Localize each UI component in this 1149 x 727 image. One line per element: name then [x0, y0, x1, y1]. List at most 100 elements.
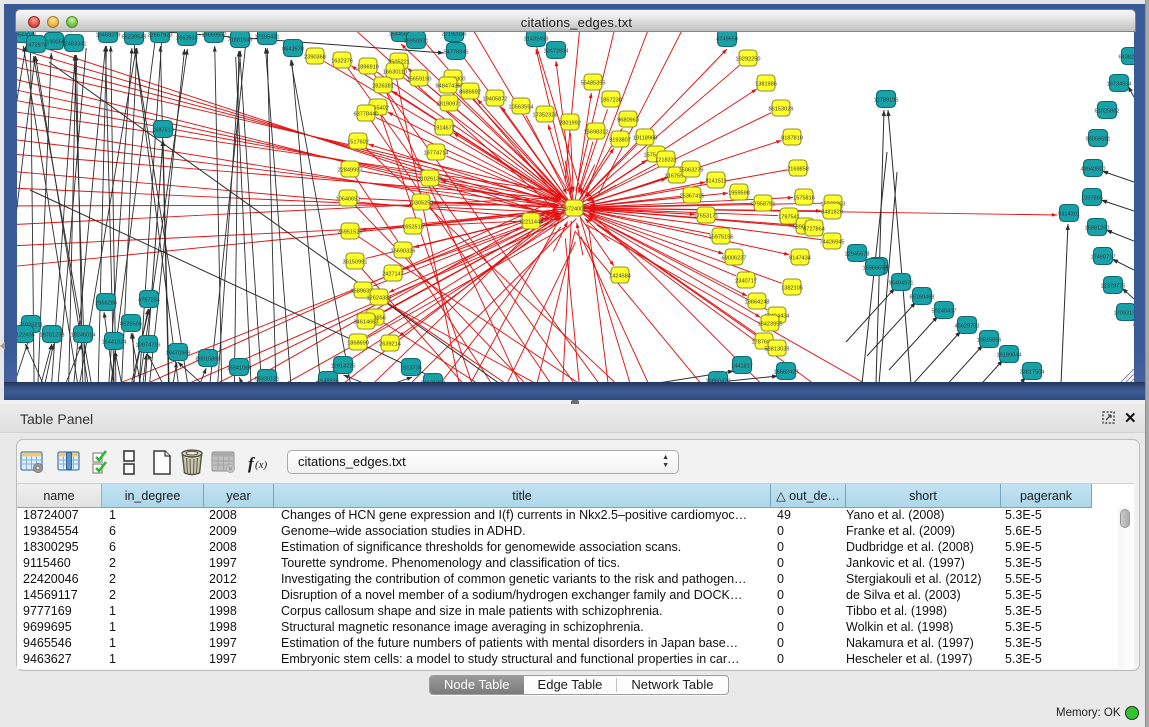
svg-text:45629703: 45629703 — [955, 324, 980, 330]
svg-text:9314301: 9314301 — [1058, 212, 1080, 218]
svg-text:19669557: 19669557 — [202, 33, 227, 39]
svg-text:17093192: 17093192 — [1114, 311, 1134, 317]
svg-text:34614663: 34614663 — [354, 320, 379, 326]
svg-text:19118960: 19118960 — [633, 136, 657, 142]
svg-text:15698312: 15698312 — [584, 130, 609, 136]
svg-text:12378775: 12378775 — [1101, 284, 1126, 290]
svg-text:69006237: 69006237 — [722, 256, 747, 262]
svg-text:10563594: 10563594 — [509, 105, 534, 111]
svg-text:28190971: 28190971 — [437, 102, 462, 108]
svg-text:86153029: 86153029 — [769, 107, 794, 113]
svg-text:16981260: 16981260 — [1085, 226, 1110, 232]
svg-text:31026139: 31026139 — [418, 177, 443, 183]
svg-text:8141511: 8141511 — [705, 179, 726, 185]
svg-text:12624380: 12624380 — [367, 296, 392, 302]
svg-text:12914225: 12914225 — [331, 364, 356, 370]
svg-text:36951526: 36951526 — [338, 230, 363, 236]
svg-text:19189044: 19189044 — [997, 353, 1022, 359]
svg-text:19734534: 19734534 — [1107, 82, 1132, 88]
svg-text:58813039: 58813039 — [765, 347, 790, 353]
svg-text:64382988: 64382988 — [1119, 55, 1134, 61]
svg-text:19774714: 19774714 — [424, 151, 449, 157]
svg-text:12211444: 12211444 — [519, 220, 543, 226]
svg-text:1857230: 1857230 — [600, 98, 622, 104]
svg-text:19470969: 19470969 — [166, 351, 191, 357]
svg-text:2653918: 2653918 — [176, 36, 198, 42]
svg-text:17553171: 17553171 — [694, 214, 719, 220]
svg-text:2639214: 2639214 — [379, 342, 401, 348]
svg-text:1517602: 1517602 — [347, 140, 369, 146]
svg-text:1337865: 1337865 — [1081, 196, 1103, 202]
svg-text:1575816: 1575816 — [793, 196, 815, 202]
svg-text:15541060: 15541060 — [227, 366, 252, 372]
svg-text:1382105: 1382105 — [781, 286, 803, 292]
svg-text:17958761: 17958761 — [751, 202, 776, 208]
svg-text:12945678: 12945678 — [845, 252, 870, 258]
svg-text:12789195: 12789195 — [874, 98, 899, 104]
svg-text:27192056: 27192056 — [442, 32, 467, 38]
svg-text:1424584: 1424584 — [609, 274, 631, 280]
svg-text:18724007: 18724007 — [562, 207, 587, 213]
svg-text:16630110: 16630110 — [383, 70, 407, 76]
svg-text:1122436: 1122436 — [17, 333, 35, 339]
svg-text:2169858: 2169858 — [787, 167, 809, 173]
svg-text:23817504: 23817504 — [1020, 370, 1045, 376]
svg-text:1218331: 1218331 — [655, 158, 677, 164]
svg-text:15063279: 15063279 — [679, 168, 704, 174]
svg-text:1868690: 1868690 — [347, 341, 369, 347]
svg-text:25367415: 25367415 — [680, 194, 705, 200]
svg-text:49940600: 49940600 — [1081, 167, 1106, 173]
svg-text:59240437: 59240437 — [932, 309, 957, 315]
svg-text:98056591: 98056591 — [1086, 137, 1111, 143]
svg-text:(x): (x) — [255, 459, 268, 471]
svg-text:19515066: 19515066 — [977, 338, 1002, 344]
svg-text:19292250: 19292250 — [736, 57, 761, 63]
svg-text:71881649: 71881649 — [228, 38, 253, 44]
svg-text:2801992: 2801992 — [559, 121, 581, 127]
svg-text:2966286: 2966286 — [95, 301, 117, 307]
svg-text:31432459: 31432459 — [524, 37, 549, 43]
svg-text:10305253: 10305253 — [409, 201, 434, 207]
svg-text:36150991: 36150991 — [343, 260, 368, 266]
svg-text:22667923: 22667923 — [148, 33, 173, 39]
svg-text:12472834: 12472834 — [544, 49, 569, 55]
svg-text:10974716: 10974716 — [136, 343, 161, 349]
svg-text:63778440: 63778440 — [354, 112, 379, 118]
svg-text:1913735: 1913735 — [400, 366, 422, 372]
svg-text:2340717: 2340717 — [735, 279, 757, 285]
svg-text:74426945: 74426945 — [820, 240, 845, 246]
svg-text:8625506: 8625506 — [120, 322, 142, 328]
svg-text:15690326: 15690326 — [391, 249, 416, 255]
svg-text:15659190: 15659190 — [407, 77, 432, 83]
svg-text:10640651: 10640651 — [336, 197, 361, 203]
svg-text:1896910: 1896910 — [357, 65, 379, 71]
svg-text:1687513: 1687513 — [152, 128, 174, 134]
svg-text:61025882: 61025882 — [1095, 109, 1120, 115]
svg-text:8686692: 8686692 — [459, 90, 481, 96]
svg-text:65160468: 65160468 — [910, 295, 935, 301]
svg-text:1472974: 1472974 — [25, 43, 47, 49]
svg-text:8643578: 8643578 — [282, 47, 304, 53]
svg-text:2427147: 2427147 — [382, 272, 404, 278]
svg-text:8481829: 8481829 — [821, 210, 843, 216]
svg-text:16966659: 16966659 — [863, 266, 888, 272]
svg-text:1381986: 1381986 — [755, 82, 777, 88]
svg-text:16860420: 16860420 — [706, 379, 731, 383]
svg-text:96494971: 96494971 — [889, 281, 914, 287]
svg-text:54778945: 54778945 — [444, 50, 469, 56]
svg-text:8187810: 8187810 — [781, 136, 803, 142]
svg-text:4749650: 4749650 — [716, 37, 738, 43]
svg-text:72483341: 72483341 — [62, 42, 87, 48]
svg-text:16950931: 16950931 — [404, 39, 429, 45]
svg-text:17195431: 17195431 — [255, 35, 280, 41]
svg-text:15682423: 15682423 — [774, 370, 799, 376]
svg-text:2390368: 2390368 — [304, 55, 326, 61]
svg-text:1648936: 1648936 — [317, 379, 339, 383]
svg-text:1632376: 1632376 — [331, 59, 353, 65]
svg-text:65239549: 65239549 — [122, 35, 147, 41]
svg-text:2826381: 2826381 — [372, 84, 394, 90]
svg-text:19246014: 19246014 — [71, 333, 96, 339]
svg-text:89915866: 89915866 — [196, 357, 221, 363]
svg-text:19459279: 19459279 — [96, 33, 121, 39]
svg-text:8147434: 8147434 — [789, 256, 811, 262]
